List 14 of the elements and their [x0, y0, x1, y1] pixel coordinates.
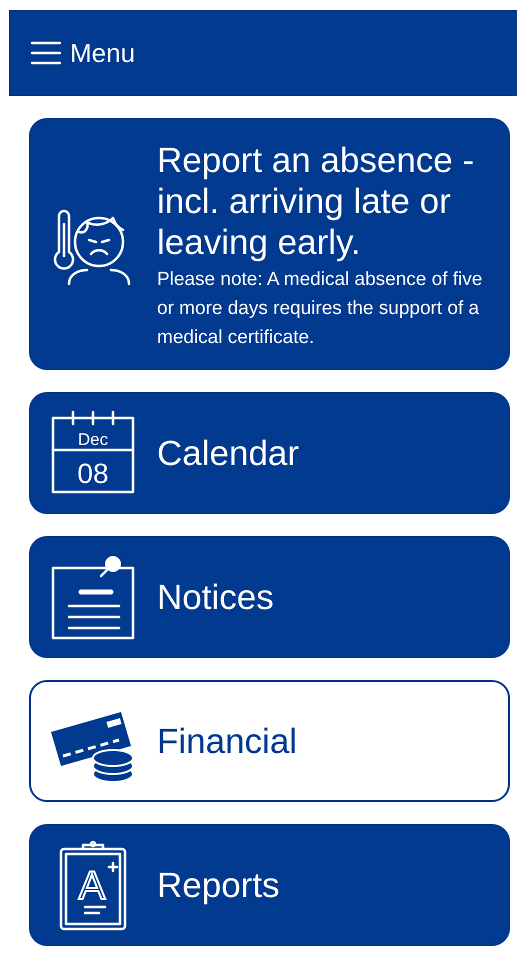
menu-tile[interactable]: Notices [29, 536, 510, 658]
menu-tile[interactable]: A Reports [29, 824, 510, 946]
tile-title: Notices [157, 576, 275, 618]
menu-tile[interactable]: Financial [29, 680, 510, 802]
menu-button[interactable]: Menu [30, 38, 136, 68]
menu-icon [30, 40, 62, 66]
menu-tile[interactable]: Report an absence - incl. arriving late or leaving early. Please note: A medical absence of five or more days requires the support of a medical certificate. [29, 118, 510, 370]
tile-note: Please note: A medical absence of five or more days requires the support of a medical certificate. [157, 268, 484, 350]
notice-board-icon [49, 554, 137, 640]
tile-title: Reports [157, 864, 281, 906]
tile-title: Financial [157, 720, 298, 762]
tile-title: Report an absence - incl. arriving late or leaving early. [157, 140, 476, 263]
tile-title: Calendar [157, 432, 300, 474]
menu-tile[interactable]: Dec 08 Calendar [29, 392, 510, 514]
